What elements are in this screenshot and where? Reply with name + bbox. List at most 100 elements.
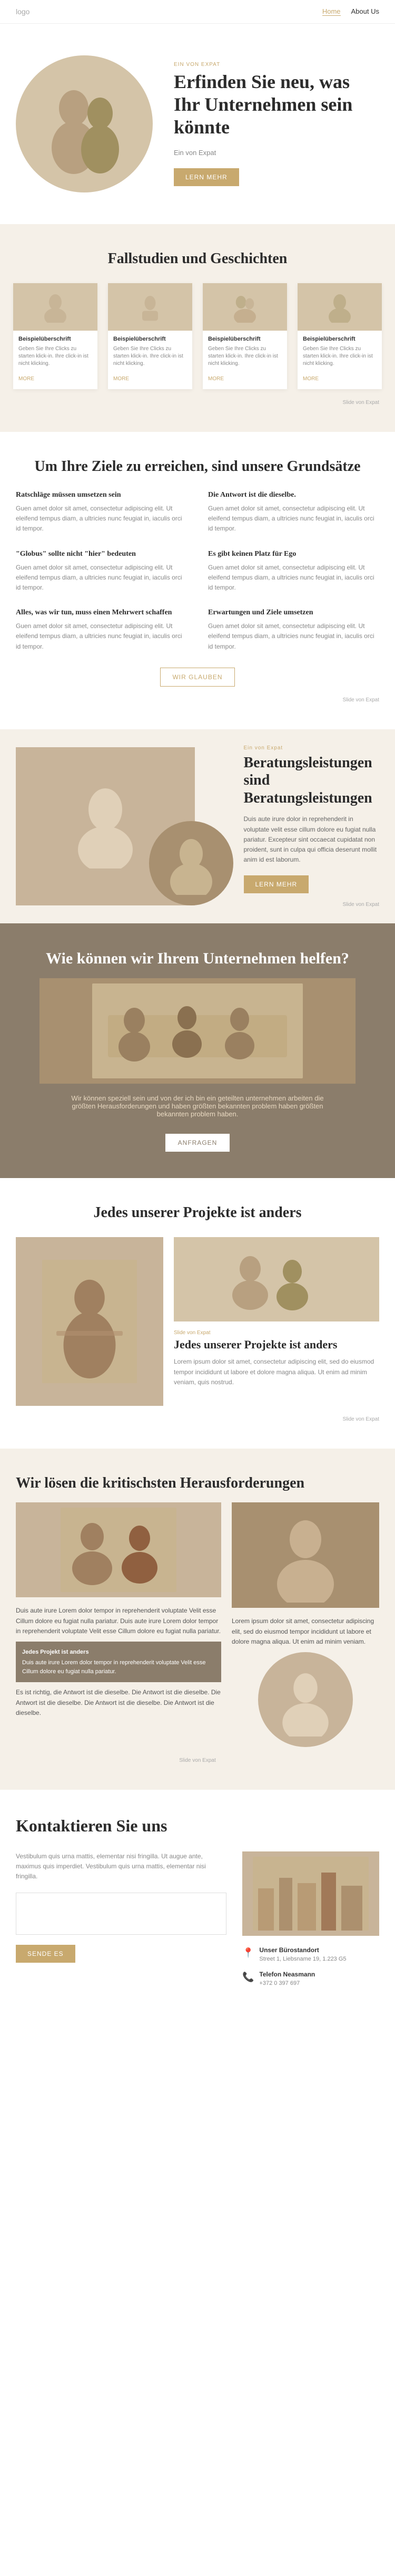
principle-1-heading: Ratschläge müssen umsetzen sein (16, 491, 187, 499)
contact-section: Kontaktieren Sie uns Vestibulum quis urn… (0, 1790, 395, 2021)
card-2-body: Beispielüberschrift Geben Sie Ihre Click… (108, 331, 192, 373)
card-1-more[interactable]: MORE (13, 376, 97, 382)
contact-office-address: Street 1, Liebsname 19, 1.223 G5 (259, 1956, 346, 1962)
principle-3-text: Guen amet dolor sit amet, consectetur ad… (16, 563, 187, 593)
contact-image (242, 1851, 379, 1936)
principle-3: "Globus" sollte nicht "hier" bedeuten Gu… (16, 550, 187, 593)
principle-4: Es gibt keinen Platz für Ego Guen amet d… (208, 550, 379, 593)
consulting-round-image (149, 821, 233, 905)
contact-form-textarea[interactable] (16, 1893, 226, 1935)
nav-links: Home About Us (322, 7, 379, 16)
hero-cta-button[interactable]: LERN MEHR (174, 168, 239, 186)
nav-home[interactable]: Home (322, 7, 341, 16)
principles-cta-button[interactable]: WIR GLAUBEN (160, 668, 234, 687)
hero-content: Ein von Expat Erfinden Sie neu, was Ihr … (163, 62, 379, 186)
card-4-text: Geben Sie Ihre Clicks zu starten klick-i… (303, 345, 377, 368)
help-section: Wie können wir Ihrem Unternehmen helfen?… (0, 923, 395, 1178)
challenges-left: Duis aute irure Lorem dolor tempor in re… (16, 1502, 221, 1747)
case-studies-slide-hint: Slide von Expat (16, 400, 379, 406)
projects-right: Slide von Expat Jedes unserer Projekte i… (174, 1237, 379, 1387)
consulting-right: Ein von Expat Beratungsleistungen sind B… (218, 729, 395, 924)
card-3: Beispielüberschrift Geben Sie Ihre Click… (203, 283, 287, 389)
principle-5-text: Guen amet dolor sit amet, consectetur ad… (16, 621, 187, 652)
hero-image (16, 55, 153, 192)
card-2-image (108, 283, 192, 331)
principle-6: Erwartungen und Ziele umsetzen Guen amet… (208, 609, 379, 652)
projects-grid: Slide von Expat Jedes unserer Projekte i… (16, 1237, 379, 1406)
contact-form: Vestibulum quis urna mattis, elementar n… (16, 1851, 226, 1995)
card-3-more[interactable]: MORE (203, 376, 287, 382)
help-text: Wir können speziell sein und von der ich… (66, 1094, 329, 1118)
challenges-right: Lorem ipsum dolor sit amet, consectetur … (232, 1502, 379, 1747)
card-1: Beispielüberschrift Geben Sie Ihre Click… (13, 283, 97, 389)
card-4-body: Beispielüberschrift Geben Sie Ihre Click… (298, 331, 382, 373)
contact-office-info: 📍 Unser Bürostandort Street 1, Liebsname… (242, 1946, 379, 1963)
card-1-title: Beispielüberschrift (18, 336, 92, 342)
projects-slide-hint: Slide von Expat (16, 1416, 379, 1422)
projects-sub-title: Jedes unserer Projekte ist anders (174, 1338, 379, 1352)
help-heading: Wie können wir Ihrem Unternehmen helfen? (16, 950, 379, 968)
challenges-right-text: Lorem ipsum dolor sit amet, consectetur … (232, 1616, 379, 1647)
projects-title: Jedes unserer Projekte ist anders (16, 1204, 379, 1221)
principle-6-text: Guen amet dolor sit amet, consectetur ad… (208, 621, 379, 652)
card-4-title: Beispielüberschrift (303, 336, 377, 342)
principle-4-heading: Es gibt keinen Platz für Ego (208, 550, 379, 558)
card-3-title: Beispielüberschrift (208, 336, 282, 342)
projects-eyebrow: Slide von Expat (174, 1330, 379, 1336)
projects-right-image (174, 1237, 379, 1321)
card-1-body: Beispielüberschrift Geben Sie Ihre Click… (13, 331, 97, 373)
challenges-image-1 (16, 1502, 221, 1597)
principles-section: Um Ihre Ziele zu erreichen, sind unsere … (0, 432, 395, 729)
challenges-grid: Duis aute irure Lorem dolor tempor in re… (16, 1502, 379, 1747)
card-2-more[interactable]: MORE (108, 376, 192, 382)
projects-left-image (16, 1237, 163, 1406)
nav-about[interactable]: About Us (351, 7, 379, 16)
hero-section: Ein von Expat Erfinden Sie neu, was Ihr … (0, 24, 395, 224)
card-2-title: Beispielüberschrift (113, 336, 187, 342)
contact-phone-label: Telefon Neasmann (259, 1971, 315, 1978)
principle-2-text: Guen amet dolor sit amet, consectetur ad… (208, 504, 379, 534)
principle-4-text: Guen amet dolor sit amet, consectetur ad… (208, 563, 379, 593)
principle-2-heading: Die Antwort ist die dieselbe. (208, 491, 379, 499)
cards-row: Beispielüberschrift Geben Sie Ihre Click… (16, 283, 379, 389)
consulting-text: Duis aute irure dolor in reprehenderit i… (244, 814, 380, 865)
principle-1-text: Guen amet dolor sit amet, consectetur ad… (16, 504, 187, 534)
principle-1: Ratschläge müssen umsetzen sein Guen ame… (16, 491, 187, 534)
challenges-image-3 (258, 1652, 353, 1747)
consulting-heading: Beratungsleistungen sind Beratungsleistu… (244, 754, 380, 807)
contact-office-label: Unser Bürostandort (259, 1946, 346, 1954)
contact-grid: Vestibulum quis urna mattis, elementar n… (16, 1851, 379, 1995)
help-cta-button[interactable]: ANFRAGEN (165, 1134, 230, 1152)
contact-office-text: Unser Bürostandort Street 1, Liebsname 1… (259, 1946, 346, 1963)
case-studies-title: Fallstudien und Geschichten (16, 250, 379, 267)
principles-title: Um Ihre Ziele zu erreichen, sind unsere … (16, 458, 379, 475)
principle-5-heading: Alles, was wir tun, muss einen Mehrwert … (16, 609, 187, 617)
case-studies-section: Fallstudien und Geschichten Beispielüber… (0, 224, 395, 432)
location-icon: 📍 (242, 1947, 254, 1958)
contact-phone-text: Telefon Neasmann +372 0 397 697 (259, 1971, 315, 1988)
card-3-image (203, 283, 287, 331)
principle-3-heading: "Globus" sollte nicht "hier" bedeuten (16, 550, 187, 558)
consulting-cta-button[interactable]: LERN MEHR (244, 875, 309, 893)
navbar: logo Home About Us (0, 0, 395, 24)
contact-submit-button[interactable]: SENDE ES (16, 1945, 75, 1963)
hero-eyebrow: Ein von Expat (174, 62, 379, 67)
contact-right: 📍 Unser Bürostandort Street 1, Liebsname… (242, 1851, 379, 1995)
principle-6-heading: Erwartungen und Ziele umsetzen (208, 609, 379, 617)
card-4-more[interactable]: MORE (298, 376, 382, 382)
challenges-text-1: Duis aute irure Lorem dolor tempor in re… (16, 1606, 221, 1636)
card-4: Beispielüberschrift Geben Sie Ihre Click… (298, 283, 382, 389)
phone-icon: 📞 (242, 1972, 254, 1983)
principle-2: Die Antwort ist die dieselbe. Guen amet … (208, 491, 379, 534)
hero-description: Ein von Expat (174, 148, 379, 158)
card-4-image (298, 283, 382, 331)
challenges-highlight-box: Jedes Projekt ist anders Duis aute irure… (16, 1642, 221, 1683)
projects-section: Jedes unserer Projekte ist anders (0, 1178, 395, 1449)
contact-phone-info: 📞 Telefon Neasmann +372 0 397 697 (242, 1971, 379, 1988)
consulting-eyebrow: Ein von Expat (244, 745, 380, 751)
challenges-text-2: Es ist richtig, die Antwort ist die dies… (16, 1687, 221, 1718)
logo: logo (16, 7, 29, 16)
card-3-text: Geben Sie Ihre Clicks zu starten klick-i… (208, 345, 282, 368)
consulting-section: Ein von Expat Beratungsleistungen sind B… (0, 729, 395, 924)
challenges-image-2 (232, 1502, 379, 1608)
